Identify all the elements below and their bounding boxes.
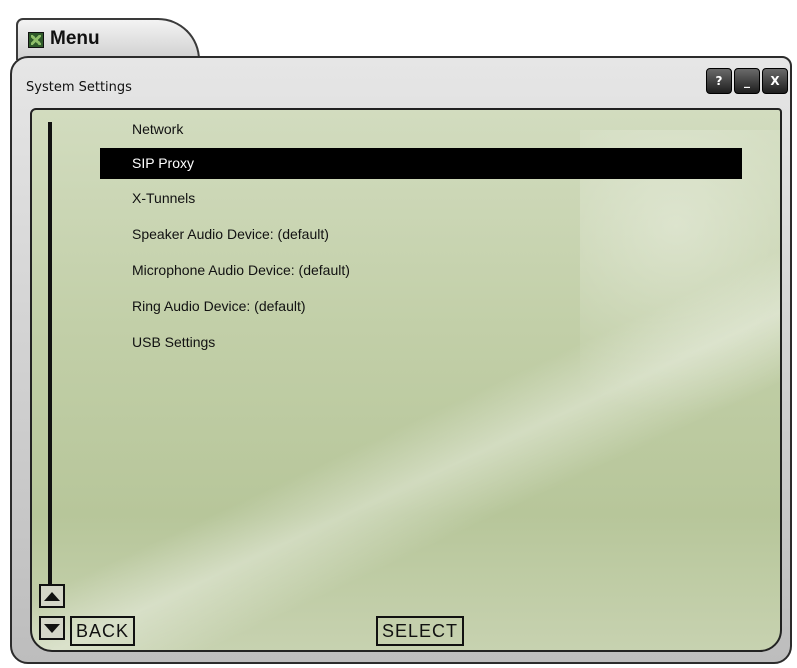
menu-item-label: X-Tunnels <box>132 190 196 206</box>
menu-item-label: USB Settings <box>132 334 216 350</box>
menu-item-usb-settings[interactable]: USB Settings <box>100 325 742 359</box>
close-button[interactable]: X <box>762 68 788 94</box>
help-button[interactable]: ? <box>706 68 732 94</box>
menu-item-ring-audio-device[interactable]: Ring Audio Device: (default) <box>100 289 742 323</box>
menu-grid-icon <box>28 32 44 48</box>
arrow-up-icon <box>44 591 60 601</box>
scroll-up-button[interactable] <box>39 584 65 608</box>
menu-tab-title: Menu <box>50 28 100 49</box>
menu-item-label: Microphone Audio Device: (default) <box>132 262 350 278</box>
scrollbar-track[interactable] <box>48 122 52 598</box>
menu-item-label: SIP Proxy <box>132 155 194 171</box>
menu-item-sip-proxy[interactable]: SIP Proxy <box>100 148 742 179</box>
menu-item-label: Network <box>132 121 184 137</box>
panel-title: System Settings <box>26 80 132 95</box>
arrow-down-icon <box>44 623 60 633</box>
minimize-button[interactable]: _ <box>734 68 760 94</box>
back-button[interactable]: BACK <box>70 616 136 646</box>
menu-item-network[interactable]: Network <box>100 112 742 146</box>
menu-item-label: Speaker Audio Device: (default) <box>132 226 329 242</box>
scroll-down-button[interactable] <box>39 616 65 640</box>
settings-menu-list: Network SIP Proxy X-Tunnels Speaker Audi… <box>100 112 742 361</box>
menu-item-speaker-audio-device[interactable]: Speaker Audio Device: (default) <box>100 217 742 251</box>
menu-item-microphone-audio-device[interactable]: Microphone Audio Device: (default) <box>100 253 742 287</box>
menu-tab: Menu <box>16 18 200 60</box>
menu-item-label: Ring Audio Device: (default) <box>132 298 306 314</box>
menu-item-x-tunnels[interactable]: X-Tunnels <box>100 181 742 215</box>
panel-header: System Settings <box>26 72 626 108</box>
select-button[interactable]: SELECT <box>376 616 465 646</box>
